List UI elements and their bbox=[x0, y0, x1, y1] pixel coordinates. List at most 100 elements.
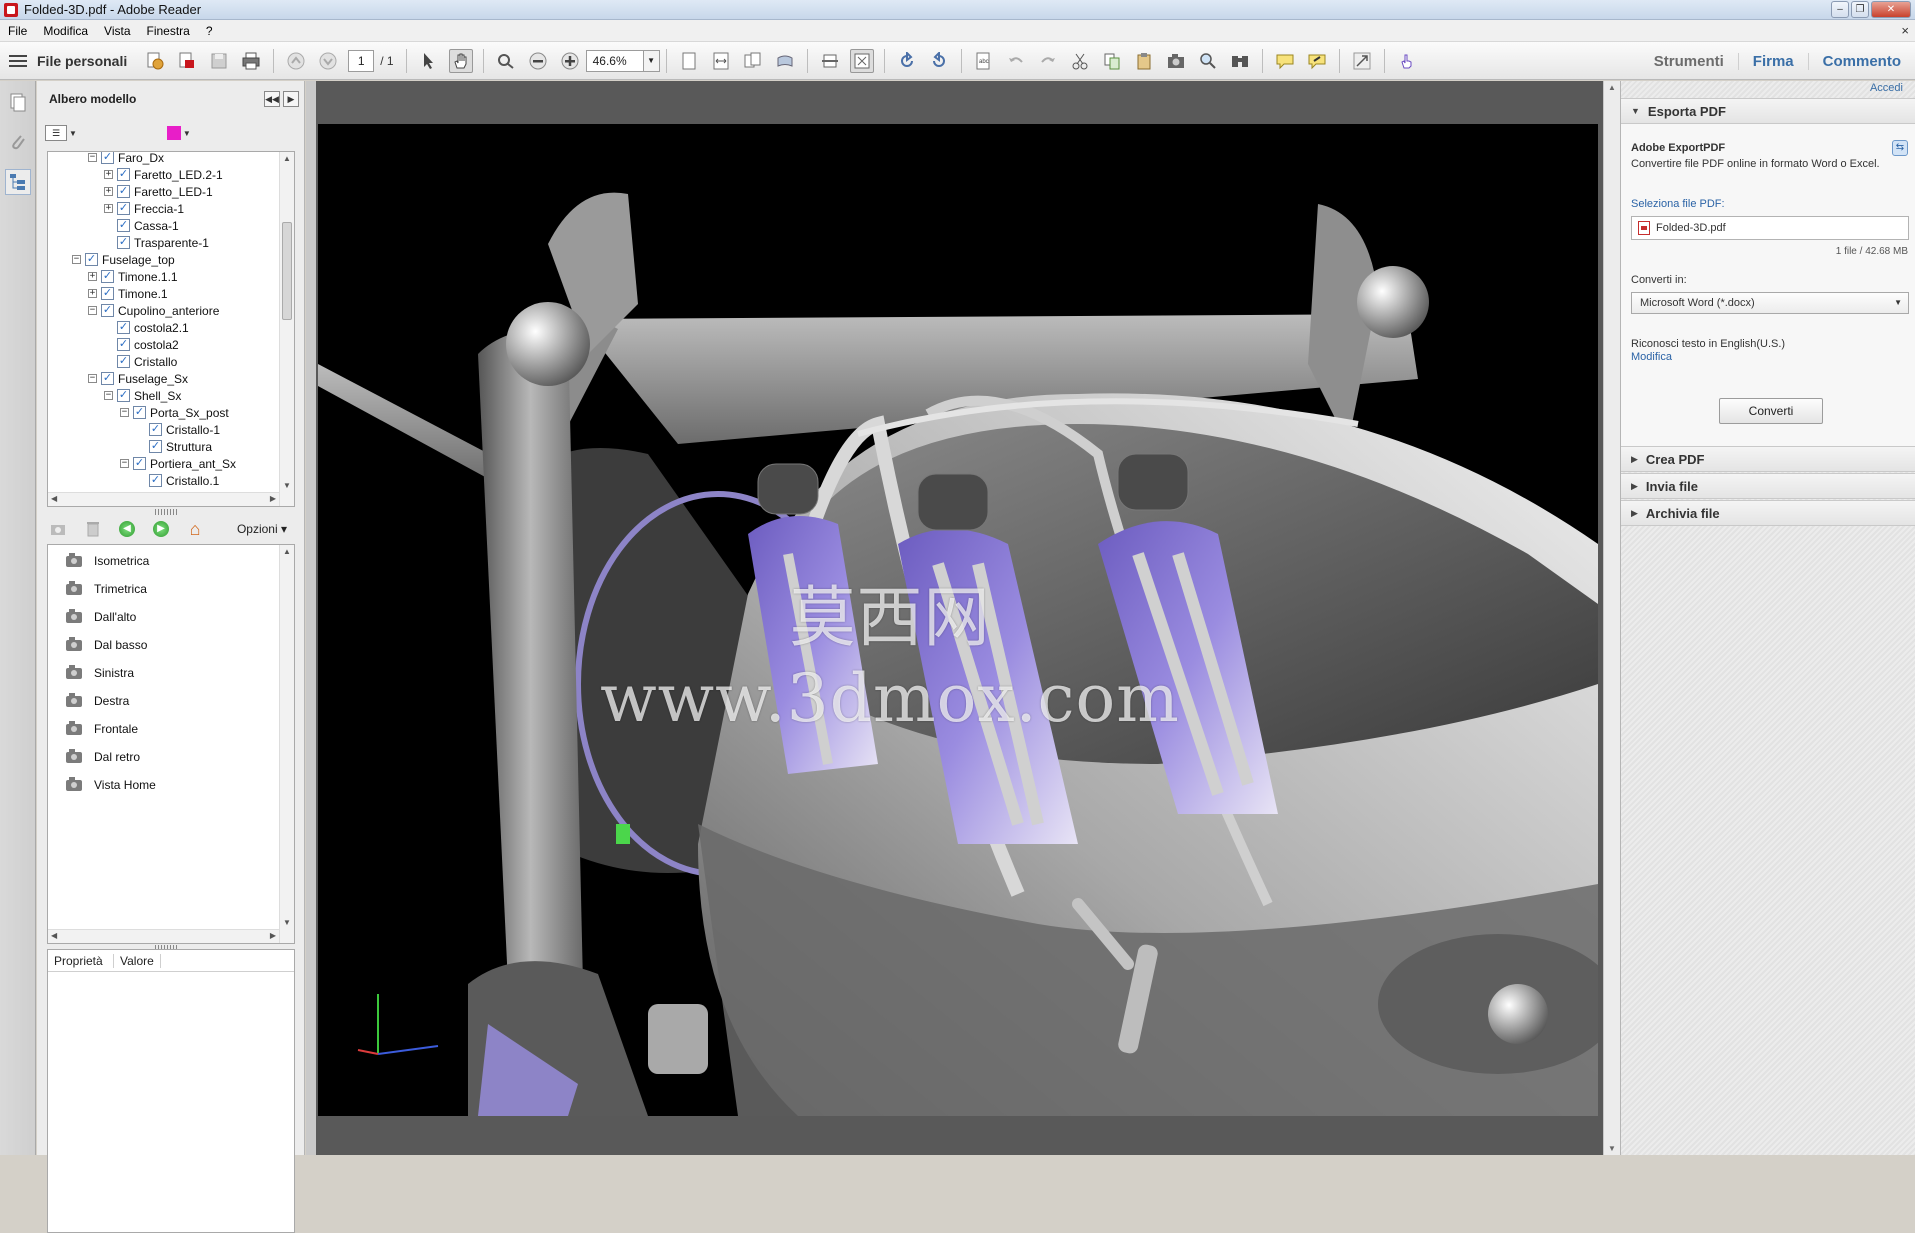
scroll-up-icon[interactable]: ▲ bbox=[283, 154, 291, 163]
visibility-checkbox[interactable]: ✓ bbox=[133, 406, 146, 419]
previous-page-icon[interactable] bbox=[284, 49, 308, 73]
collapse-node-icon[interactable]: − bbox=[88, 374, 97, 383]
visibility-checkbox[interactable]: ✓ bbox=[149, 440, 162, 453]
visibility-checkbox[interactable]: ✓ bbox=[117, 219, 130, 232]
highlight-icon[interactable] bbox=[1305, 49, 1329, 73]
tree-node[interactable]: + ✓ Timone.1 bbox=[88, 285, 168, 302]
create-pdf-icon[interactable] bbox=[143, 49, 167, 73]
tree-node[interactable]: − ✓ Porta_Sx_post bbox=[120, 404, 229, 421]
restore-button[interactable]: ❐ bbox=[1851, 1, 1869, 18]
zoom-out-icon[interactable] bbox=[526, 49, 550, 73]
scroll-right-icon[interactable]: ▶ bbox=[270, 931, 276, 940]
read-mode-icon[interactable] bbox=[773, 49, 797, 73]
sign-in-link[interactable]: Accedi bbox=[1870, 82, 1903, 94]
view-item[interactable]: Vista Home bbox=[66, 775, 156, 795]
minimize-button[interactable]: – bbox=[1831, 1, 1849, 18]
modify-link[interactable]: Modifica bbox=[1631, 351, 1672, 363]
visibility-checkbox[interactable]: ✓ bbox=[117, 389, 130, 402]
menu-file[interactable]: File bbox=[0, 24, 35, 38]
model-tree-icon[interactable] bbox=[5, 169, 31, 195]
visibility-checkbox[interactable]: ✓ bbox=[101, 270, 114, 283]
save-icon[interactable] bbox=[207, 49, 231, 73]
options-dropdown[interactable]: Opzioni ▾ bbox=[237, 522, 287, 536]
visibility-checkbox[interactable]: ✓ bbox=[149, 474, 162, 487]
redo-icon[interactable] bbox=[1036, 49, 1060, 73]
tree-node[interactable]: + ✓ Timone.1.1 bbox=[88, 268, 178, 285]
views-horizontal-scrollbar[interactable]: ◀ ▶ bbox=[48, 929, 279, 943]
paste-icon[interactable] bbox=[1132, 49, 1156, 73]
collapse-node-icon[interactable]: − bbox=[120, 408, 129, 417]
tree-node[interactable]: ✓ Cristallo-1 bbox=[136, 421, 220, 438]
panel-options-icon[interactable]: ▶ bbox=[283, 91, 299, 107]
scroll-down-icon[interactable]: ▼ bbox=[283, 481, 291, 490]
next-page-icon[interactable] bbox=[316, 49, 340, 73]
scroll-left-icon[interactable]: ◀ bbox=[51, 931, 57, 940]
value-column-header[interactable]: Valore bbox=[114, 953, 161, 968]
visibility-checkbox[interactable]: ✓ bbox=[117, 321, 130, 334]
view-item[interactable]: Destra bbox=[66, 691, 129, 711]
view-item[interactable]: Dal basso bbox=[66, 635, 147, 655]
expand-node-icon[interactable]: + bbox=[88, 289, 97, 298]
delete-view-icon[interactable] bbox=[81, 518, 105, 540]
export-pdf-section-header[interactable]: ▼ Esporta PDF bbox=[1621, 98, 1915, 124]
collapse-node-icon[interactable]: − bbox=[88, 306, 97, 315]
close-document-icon[interactable]: × bbox=[1901, 23, 1909, 38]
export-pdf-icon[interactable] bbox=[175, 49, 199, 73]
menu-modifica[interactable]: Modifica bbox=[35, 24, 96, 38]
file-personali-button[interactable]: File personali bbox=[37, 53, 127, 69]
visibility-checkbox[interactable]: ✓ bbox=[117, 355, 130, 368]
attachments-icon[interactable] bbox=[5, 129, 31, 155]
tree-node[interactable]: ✓ Trasparente-1 bbox=[104, 234, 209, 251]
tree-node[interactable]: ✓ costola2 bbox=[104, 336, 179, 353]
scroll-up-icon[interactable]: ▲ bbox=[1608, 83, 1616, 92]
cut-icon[interactable] bbox=[1068, 49, 1092, 73]
view-item[interactable]: Trimetrica bbox=[66, 579, 147, 599]
visibility-checkbox[interactable]: ✓ bbox=[149, 423, 162, 436]
scroll-up-icon[interactable]: ▲ bbox=[283, 547, 291, 556]
expand-icon[interactable] bbox=[1350, 49, 1374, 73]
fit-width-icon[interactable] bbox=[709, 49, 733, 73]
tree-options-dropdown-icon[interactable]: ▼ bbox=[69, 129, 77, 138]
page-thumbnails-icon[interactable] bbox=[5, 89, 31, 115]
collapse-panel-icon[interactable]: ◀◀ bbox=[264, 91, 280, 107]
advanced-search-icon[interactable] bbox=[1228, 49, 1252, 73]
visibility-checkbox[interactable]: ✓ bbox=[117, 202, 130, 215]
view-item[interactable]: Dal retro bbox=[66, 747, 140, 767]
next-view-icon[interactable]: ▶ bbox=[149, 518, 173, 540]
zoom-level-input[interactable]: 46.6% bbox=[585, 49, 644, 72]
visibility-checkbox[interactable]: ✓ bbox=[101, 287, 114, 300]
tree-options-icon[interactable]: ☰ bbox=[45, 125, 67, 141]
tree-node[interactable]: − ✓ Fuselage_Sx bbox=[88, 370, 188, 387]
view-item[interactable]: Frontale bbox=[66, 719, 138, 739]
expand-node-icon[interactable]: + bbox=[88, 272, 97, 281]
visibility-checkbox[interactable]: ✓ bbox=[133, 457, 146, 470]
view-item[interactable]: Sinistra bbox=[66, 663, 134, 683]
document-scrollbar[interactable]: ▲ ▼ bbox=[1603, 81, 1620, 1155]
rotate-left-icon[interactable] bbox=[895, 49, 919, 73]
home-view-icon[interactable]: ⌂ bbox=[183, 518, 207, 540]
expand-node-icon[interactable]: + bbox=[104, 204, 113, 213]
view-item[interactable]: Isometrica bbox=[66, 551, 149, 571]
highlight-color-swatch[interactable] bbox=[166, 126, 181, 140]
tree-node[interactable]: ✓ costola2.1 bbox=[104, 319, 189, 336]
undo-icon[interactable] bbox=[1004, 49, 1028, 73]
snapshot-icon[interactable] bbox=[1164, 49, 1188, 73]
menu-help[interactable]: ? bbox=[198, 24, 221, 38]
print-icon[interactable] bbox=[239, 49, 263, 73]
convert-button[interactable]: Converti bbox=[1719, 398, 1823, 424]
zoom-dropdown-icon[interactable]: ▼ bbox=[643, 49, 660, 72]
scroll-down-icon[interactable]: ▼ bbox=[1608, 1144, 1616, 1153]
tree-vertical-scrollbar[interactable]: ▲ ▼ bbox=[279, 152, 294, 506]
tree-horizontal-scrollbar[interactable]: ◀ ▶ bbox=[48, 492, 279, 506]
archivia-file-section-header[interactable]: ▶ Archivia file bbox=[1621, 500, 1915, 526]
page-number-input[interactable]: 1 bbox=[348, 49, 375, 72]
visibility-checkbox[interactable]: ✓ bbox=[117, 185, 130, 198]
menu-finestra[interactable]: Finestra bbox=[139, 24, 198, 38]
full-screen-icon[interactable] bbox=[849, 48, 874, 73]
fit-page-icon[interactable] bbox=[818, 49, 842, 73]
hand-tool-icon[interactable] bbox=[448, 48, 473, 73]
view-item[interactable]: Dall'alto bbox=[66, 607, 136, 627]
property-column-header[interactable]: Proprietà bbox=[48, 953, 114, 968]
tree-node[interactable]: − ✓ Portiera_ant_Sx bbox=[120, 455, 236, 472]
visibility-checkbox[interactable]: ✓ bbox=[101, 152, 114, 164]
